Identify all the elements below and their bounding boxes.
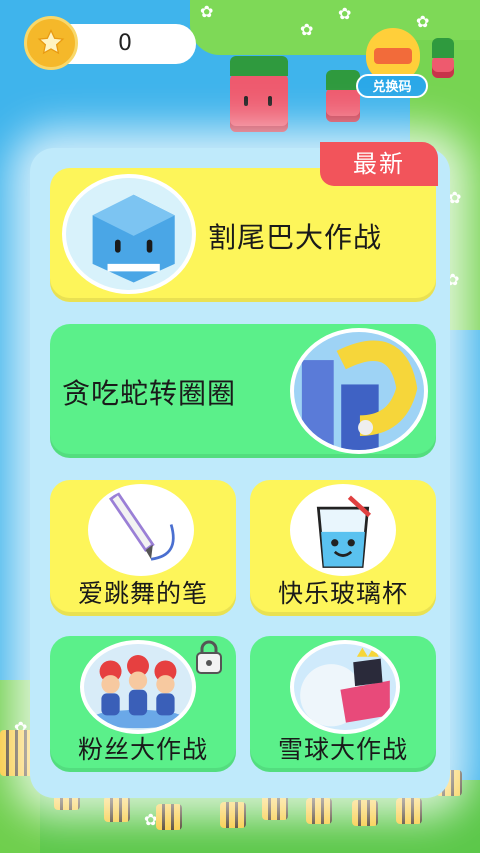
new-badge: 最新	[320, 142, 438, 186]
flower-icon: ✿	[338, 4, 352, 23]
game-title: 爱跳舞的笔	[77, 579, 208, 608]
3d-pen-icon	[88, 484, 194, 576]
whale-icon	[62, 174, 196, 294]
flower-icon: ✿	[200, 2, 214, 21]
game-title: 快乐玻璃杯	[277, 579, 408, 608]
snowball-icon	[290, 640, 400, 734]
watermelon-block-icon	[230, 56, 288, 132]
fans-crowd-icon	[80, 640, 196, 734]
snake-tower-icon	[290, 328, 428, 454]
watermelon-block-icon	[326, 70, 360, 122]
glass-cup-icon	[290, 484, 396, 576]
game-title: 雪球大作战	[277, 735, 408, 764]
flower-icon: ✿	[300, 20, 314, 39]
game-title: 贪吃蛇转圈圈	[62, 377, 237, 410]
redeem-code-button[interactable]: 兑换码	[356, 28, 428, 100]
game-card-dancing-pen[interactable]: 爱跳舞的笔	[50, 480, 236, 616]
redeem-code-label: 兑换码	[356, 74, 428, 98]
bee-block-icon	[104, 796, 130, 822]
game-card-snowball[interactable]: 雪球大作战	[250, 636, 436, 772]
padlock-icon	[194, 640, 224, 674]
game-card-cut-tail[interactable]: 割尾巴大作战	[50, 168, 436, 302]
star-coin-icon	[24, 16, 78, 70]
game-title: 割尾巴大作战	[208, 221, 383, 254]
bee-block-icon	[396, 798, 422, 824]
flower-icon: ✿	[448, 188, 462, 207]
game-title: 粉丝大作战	[77, 735, 208, 764]
watermelon-block-icon	[432, 38, 454, 78]
bee-block-icon	[220, 802, 246, 828]
bee-block-icon	[352, 800, 378, 826]
game-card-happy-glass[interactable]: 快乐玻璃杯	[250, 480, 436, 616]
coin-count: 0	[118, 31, 132, 56]
bee-block-icon	[156, 804, 182, 830]
bee-block-icon	[306, 798, 332, 824]
game-card-snake[interactable]: 贪吃蛇转圈圈	[50, 324, 436, 458]
